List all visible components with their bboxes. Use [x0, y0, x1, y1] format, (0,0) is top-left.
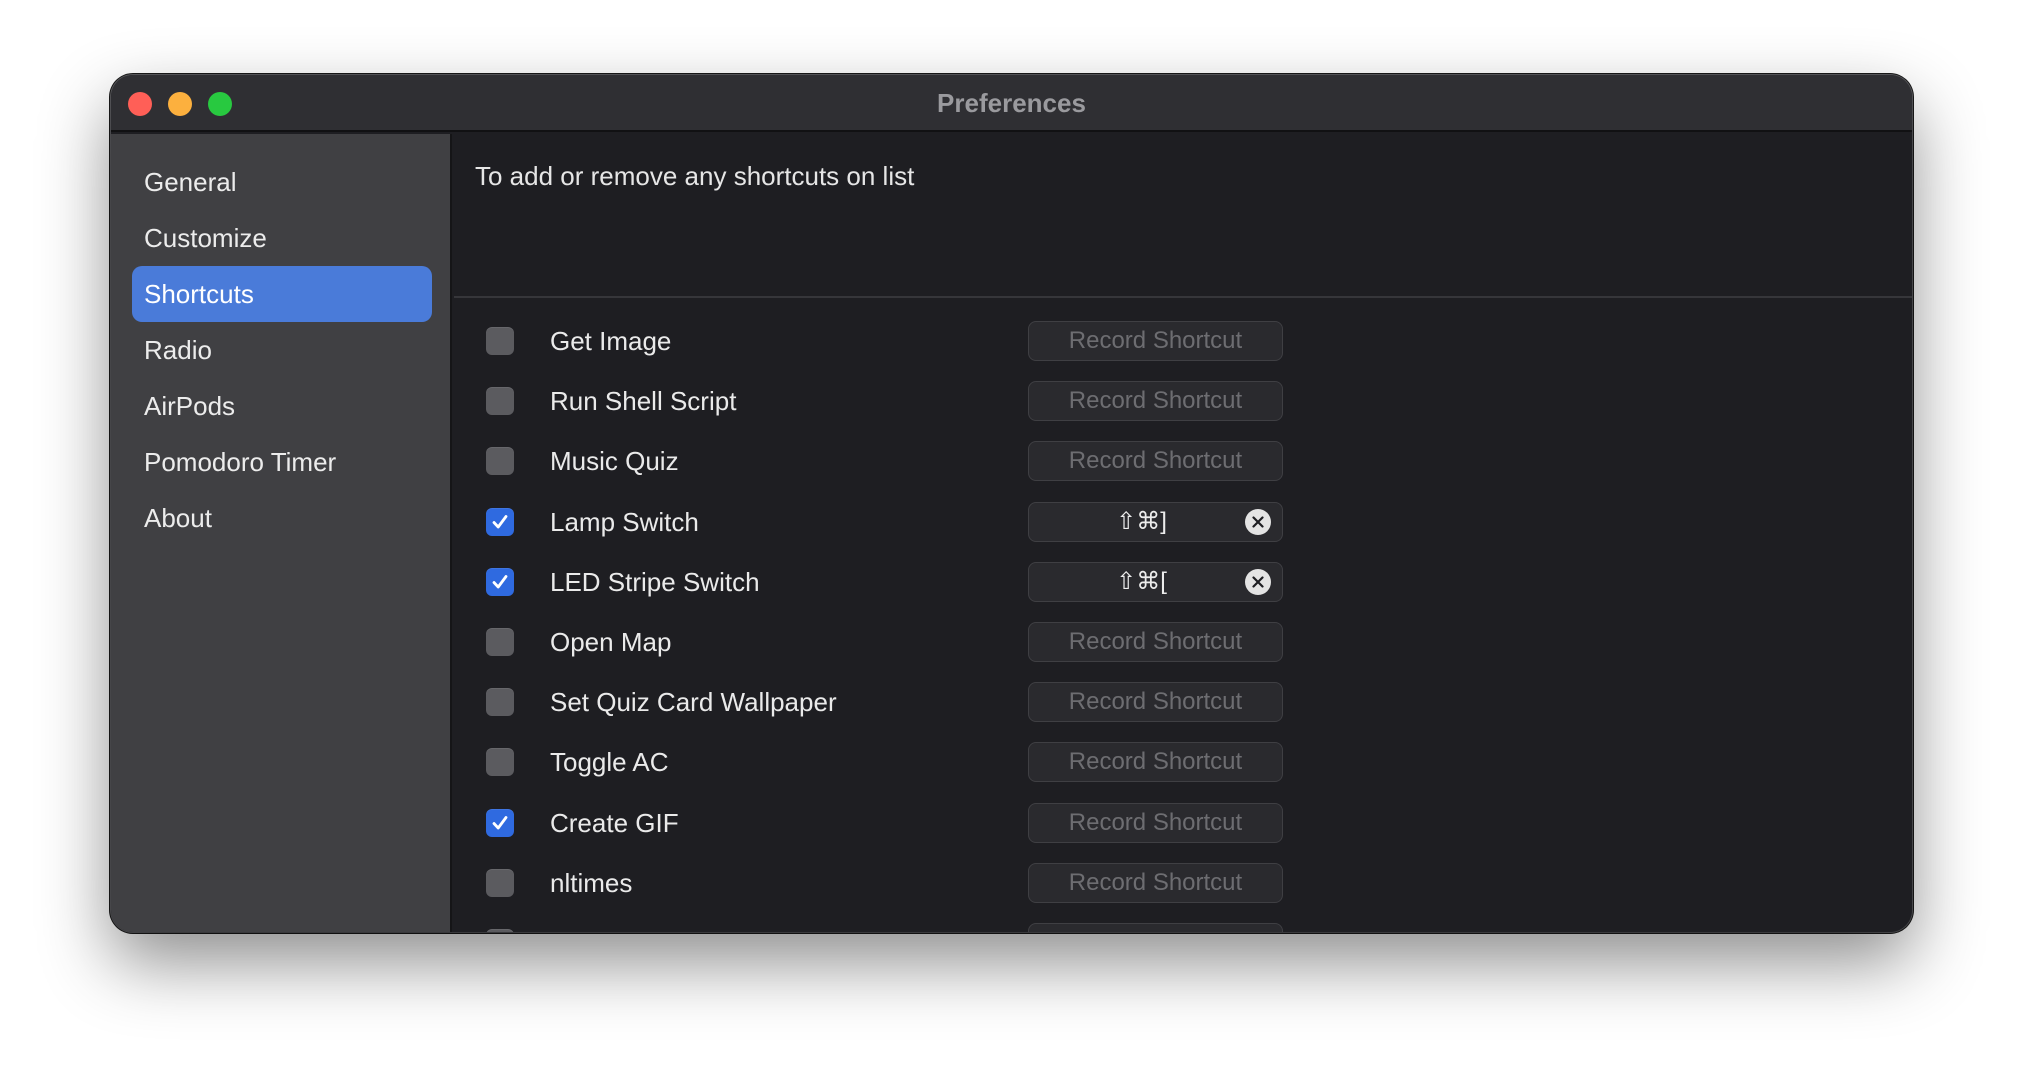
shortcut-row: nltimes Record Shortcut	[454, 855, 1912, 911]
shortcut-keys: ⇧⌘]	[1116, 507, 1167, 535]
enable-checkbox[interactable]	[486, 628, 514, 656]
shortcut-name: Open Map	[550, 627, 672, 657]
shortcut-row: Music Quiz Record Shortcut	[454, 433, 1912, 489]
shortcut-row: Create GIF Record Shortcut	[454, 795, 1912, 851]
shortcut-name: LED Stripe Switch	[550, 566, 760, 597]
enable-checkbox[interactable]	[486, 507, 514, 536]
shortcut-name: Share Animoji	[550, 928, 710, 932]
shortcut-name: Lamp Switch	[550, 506, 699, 537]
record-shortcut-button[interactable]: Record Shortcut	[1028, 862, 1283, 903]
enable-checkbox[interactable]	[486, 688, 514, 717]
shortcut-row: Run Shell Script Record Shortcut	[454, 373, 1912, 429]
shortcut-recorder[interactable]: ⇧⌘]	[1028, 501, 1283, 542]
shortcut-row: Set Quiz Card Wallpaper Record Shortcut	[454, 674, 1912, 730]
shortcut-name: nltimes	[550, 867, 633, 898]
shortcut-row: LED Stripe Switch ⇧⌘[	[454, 554, 1912, 610]
enable-checkbox[interactable]	[486, 447, 514, 476]
shortcut-keys: ⇧⌘[	[1116, 567, 1167, 595]
record-shortcut-button[interactable]: Record Shortcut	[1028, 622, 1283, 662]
shortcut-name: Set Quiz Card Wallpaper	[550, 687, 837, 718]
sidebar-item-customize[interactable]: Customize	[132, 210, 432, 266]
sidebar-item-general[interactable]: General	[132, 154, 432, 210]
shortcut-name: Toggle AC	[550, 747, 669, 778]
shortcut-row: Lamp Switch ⇧⌘]	[454, 494, 1912, 550]
shortcut-row: Toggle AC Record Shortcut	[454, 734, 1912, 790]
shortcut-recorder[interactable]: ⇧⌘[	[1028, 561, 1283, 602]
shortcut-name: Run Shell Script	[550, 386, 737, 417]
enable-checkbox[interactable]	[486, 387, 514, 416]
sidebar-item-pomodoro-timer[interactable]: Pomodoro Timer	[132, 434, 432, 490]
enable-checkbox[interactable]	[486, 808, 514, 837]
enable-checkbox[interactable]	[486, 868, 514, 897]
clear-shortcut-icon[interactable]	[1245, 508, 1271, 535]
shortcuts-pane: To add or remove any shortcuts on list G…	[454, 134, 1912, 932]
record-shortcut-button[interactable]: Record Shortcut	[1028, 923, 1283, 932]
enable-checkbox[interactable]	[486, 748, 514, 777]
preferences-window: Preferences General Customize Shortcuts Rad…	[111, 75, 1912, 932]
record-shortcut-button[interactable]: Record Shortcut	[1028, 441, 1283, 482]
record-shortcut-button[interactable]: Record Shortcut	[1028, 381, 1283, 422]
record-shortcut-button[interactable]: Record Shortcut	[1028, 321, 1283, 361]
record-shortcut-button[interactable]: Record Shortcut	[1028, 802, 1283, 843]
window-title: Preferences	[937, 88, 1086, 118]
sidebar-item-shortcuts[interactable]: Shortcuts	[132, 266, 432, 322]
sidebar: General Customize Shortcuts Radio AirPods Pom…	[111, 134, 452, 932]
pane-description: To add or remove any shortcuts on list	[475, 161, 915, 191]
record-shortcut-button[interactable]: Record Shortcut	[1028, 742, 1283, 783]
divider	[454, 296, 1912, 298]
record-shortcut-button[interactable]: Record Shortcut	[1028, 682, 1283, 723]
shortcut-row: Share Animoji Record Shortcut	[454, 915, 1912, 932]
shortcut-name: Get Image	[550, 326, 672, 356]
sidebar-item-radio[interactable]: Radio	[132, 322, 432, 378]
enable-checkbox[interactable]	[486, 327, 514, 355]
sidebar-item-about[interactable]: About	[132, 490, 432, 546]
title-bar[interactable]: Preferences	[111, 75, 1912, 132]
shortcut-row: Open Map Record Shortcut	[454, 614, 1912, 670]
enable-checkbox[interactable]	[486, 929, 514, 932]
shortcut-name: Create GIF	[550, 807, 679, 838]
sidebar-item-airpods[interactable]: AirPods	[132, 378, 432, 434]
shortcut-name: Music Quiz	[550, 446, 679, 477]
clear-shortcut-icon[interactable]	[1245, 568, 1271, 595]
enable-checkbox[interactable]	[486, 567, 514, 596]
shortcut-row: Get Image Record Shortcut	[454, 313, 1912, 369]
